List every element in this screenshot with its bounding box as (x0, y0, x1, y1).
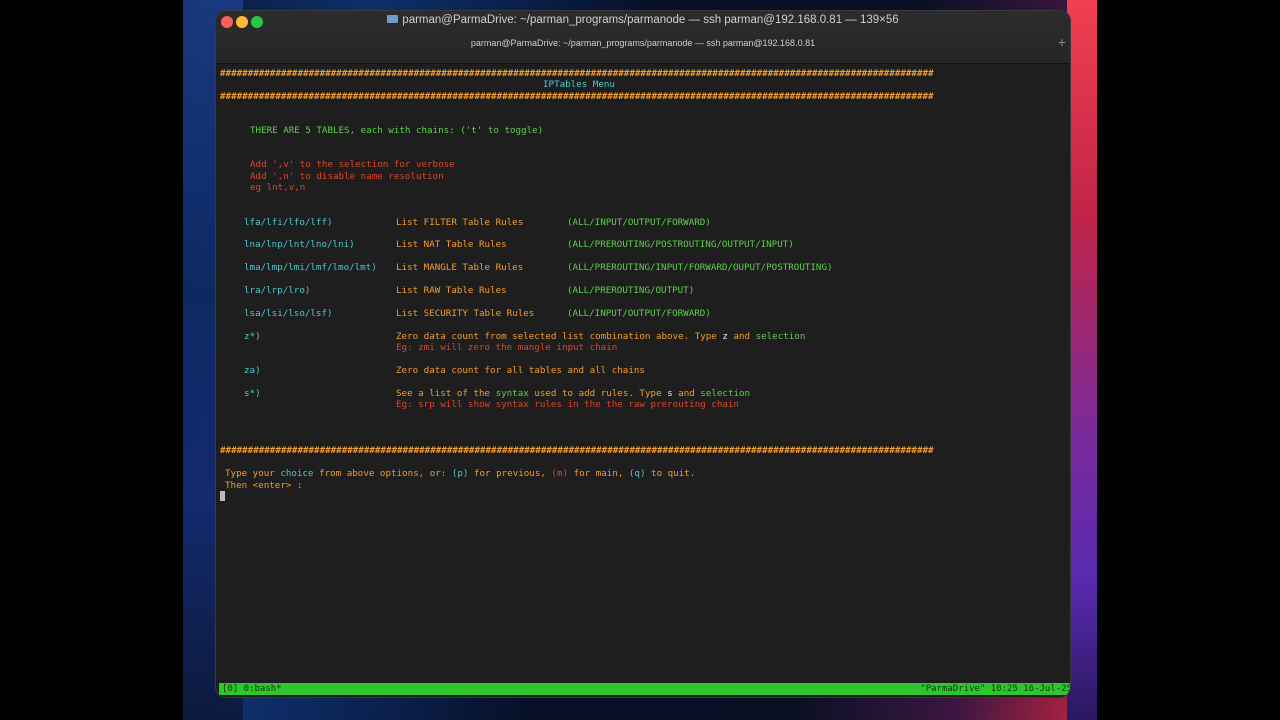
folder-icon (387, 15, 399, 23)
hint-name-resolution: Add ',n' to disable name resolution (250, 171, 444, 182)
option-nat-cmd: lna/lnp/lnt/lno/lni) (244, 239, 355, 250)
window-title-text: parman@ParmaDrive: ~/parman_programs/par… (402, 14, 899, 26)
option-mangle-desc: List MANGLE Table Rules (396, 262, 524, 273)
tables-intro: THERE ARE 5 TABLES, each with chains: ('… (250, 125, 544, 136)
new-tab-icon[interactable]: + (1058, 35, 1066, 49)
option-security-chains: (ALL/INPUT/OUTPUT/FORWARD) (567, 308, 711, 319)
tmux-status-bar: [0] 0:bash* "ParmaDrive" 10:25 16-Jul-25 (219, 683, 1070, 695)
window-titlebar[interactable]: parman@ParmaDrive: ~/parman_programs/par… (216, 11, 1070, 64)
option-syntax-cmd: s*) (244, 388, 261, 399)
option-zero-example: Eg: zmi will zero the mangle input chain (396, 342, 618, 353)
option-syntax-example: Eg: srp will show syntax rules in the th… (396, 399, 739, 410)
separator-top: ########################################… (220, 68, 934, 79)
separator-title: ########################################… (220, 91, 934, 102)
option-zero-cmd: z*) (244, 331, 261, 342)
tmux-host-clock: "ParmaDrive" 10:25 16-Jul-25 (920, 684, 1070, 694)
option-security-desc: List SECURITY Table Rules (396, 308, 535, 319)
option-raw-chains: (ALL/PREROUTING/OUTPUT) (567, 285, 695, 296)
tab-active[interactable]: parman@ParmaDrive: ~/parman_programs/par… (216, 33, 1070, 55)
hint-verbose: Add ',v' to the selection for verbose (250, 159, 455, 170)
tmux-window-list[interactable]: [0] 0:bash* (222, 683, 282, 695)
text-cursor (220, 491, 225, 501)
window-title: parman@ParmaDrive: ~/parman_programs/par… (216, 14, 1070, 26)
option-raw-cmd: lra/lrp/lro) (244, 285, 311, 296)
terminal-window: parman@ParmaDrive: ~/parman_programs/par… (216, 11, 1070, 697)
option-security-cmd: lsa/lsi/lso/lsf) (244, 308, 333, 319)
option-nat-desc: List NAT Table Rules (396, 239, 507, 250)
prompt-line: Type your choice from above options, or:… (225, 468, 696, 479)
option-filter-cmd: lfa/lfi/lfo/lff) (244, 217, 333, 228)
terminal-content[interactable]: ########################################… (219, 65, 1067, 683)
option-mangle-chains: (ALL/PREROUTING/INPUT/FORWARD/OUPUT/POST… (567, 262, 833, 273)
option-mangle-cmd: lma/lmp/lmi/lmf/lmo/lmt) (244, 262, 377, 273)
option-za-desc: Zero data count for all tables and all c… (396, 365, 645, 376)
hint-example: eg lnt,v,n (250, 182, 306, 193)
option-syntax-desc: See a list of the syntax used to add rul… (396, 388, 751, 399)
option-raw-desc: List RAW Table Rules (396, 285, 507, 296)
prompt-enter: Then <enter> : (225, 480, 303, 491)
separator-bottom: ########################################… (220, 445, 934, 456)
option-zero-desc: Zero data count from selected list combi… (396, 331, 806, 342)
tab-title: parman@ParmaDrive: ~/parman_programs/par… (470, 38, 816, 48)
option-nat-chains: (ALL/PREROUTING/POSTROUTING/OUTPUT/INPUT… (567, 239, 794, 250)
option-filter-desc: List FILTER Table Rules (396, 217, 524, 228)
option-za-cmd: za) (244, 365, 261, 376)
menu-title: IPTables Menu (543, 79, 615, 90)
option-filter-chains: (ALL/INPUT/OUTPUT/FORWARD) (567, 217, 711, 228)
